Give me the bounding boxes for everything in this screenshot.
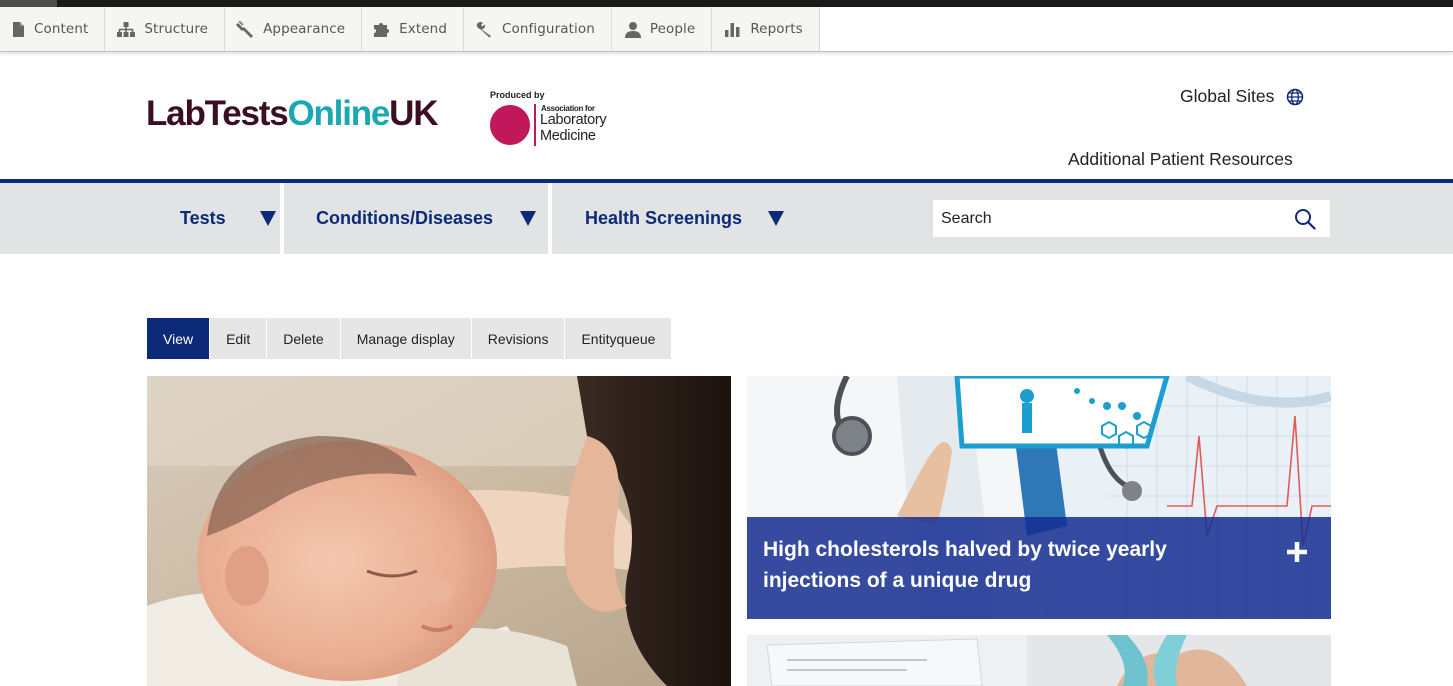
news-card-ribbon[interactable] (747, 635, 1331, 686)
search-input[interactable] (941, 209, 1271, 228)
tab-edit[interactable]: Edit (210, 318, 268, 359)
newborn-photo (147, 376, 731, 686)
dropdown-arrow-icon[interactable] (520, 211, 537, 226)
toolbar-item-appearance[interactable]: Appearance (225, 7, 363, 51)
nav-divider (548, 183, 552, 254)
plus-icon[interactable] (1283, 538, 1311, 566)
toolbar-item-label: Structure (144, 21, 209, 37)
toolbar-item-reports[interactable]: Reports (712, 7, 819, 51)
toolbar-item-label: People (649, 21, 696, 37)
nav-item-health-screenings[interactable]: Health Screenings (585, 183, 785, 254)
produced-by-label: Produced by (490, 90, 545, 100)
association-name-line1: Laboratory (540, 112, 607, 128)
hero-image-newborn[interactable] (147, 376, 731, 686)
local-tasks-tabs: View Edit Delete Manage display Revision… (147, 318, 673, 359)
toolbar-item-content[interactable]: Content (0, 7, 106, 51)
additional-patient-resources-link[interactable]: Additional Patient Resources (1068, 149, 1293, 170)
admin-toolbar-tray: Content Structure Appearance Extend Conf… (0, 7, 820, 51)
toolbar-item-configuration[interactable]: Configuration (464, 7, 612, 51)
admin-toolbar: Content Structure Appearance Extend Conf… (0, 7, 1453, 52)
toolbar-item-label: Extend (399, 21, 447, 37)
wrench-icon (476, 21, 491, 37)
tab-revisions[interactable]: Revisions (471, 318, 566, 359)
news-card-cholesterol[interactable]: High cholesterols halved by twice yearly… (747, 376, 1331, 619)
top-strip (0, 0, 1453, 7)
tab-manage-display[interactable]: Manage display (340, 318, 472, 359)
tab-view[interactable]: View (147, 318, 211, 359)
bar-chart-icon (725, 22, 740, 37)
association-name-line2: Medicine (540, 128, 596, 144)
nav-item-tests[interactable]: Tests (180, 183, 276, 254)
global-sites-label: Global Sites (1180, 86, 1275, 106)
logo-text-part3: UK (389, 94, 438, 133)
nav-item-conditions-diseases[interactable]: Conditions/Diseases (316, 183, 537, 254)
card-title: High cholesterols halved by twice yearly… (763, 538, 1167, 592)
toolbar-item-people[interactable]: People (612, 7, 713, 51)
person-icon (624, 21, 641, 38)
toolbar-item-label: Content (34, 21, 89, 37)
logo-text-part1: LabTests (146, 94, 289, 133)
main-navigation: Tests Conditions/Diseases Health Screeni… (0, 179, 1453, 254)
search-box (933, 200, 1330, 237)
toolbar-item-label: Configuration (502, 21, 595, 37)
toolbar-item-structure[interactable]: Structure (105, 7, 226, 51)
association-logo-circle (490, 105, 530, 145)
toolbar-item-label: Appearance (263, 21, 346, 37)
site-logo[interactable]: LabTestsOnlineUK (146, 92, 439, 136)
puzzle-icon (374, 22, 390, 37)
association-logo[interactable]: Produced by Association for Laboratory M… (489, 90, 629, 150)
logo-text-part2: Online (287, 94, 390, 133)
awareness-ribbon-photo (747, 635, 1331, 686)
globe-icon (1287, 88, 1304, 105)
dropdown-arrow-icon[interactable] (768, 211, 785, 226)
nav-item-label: Health Screenings (585, 208, 743, 228)
nav-item-label: Conditions/Diseases (316, 208, 494, 228)
global-sites-link[interactable]: Global Sites (1180, 86, 1304, 107)
dropdown-arrow-icon[interactable] (259, 211, 276, 226)
card-caption: High cholesterols halved by twice yearly… (747, 517, 1331, 619)
tab-entityqueue[interactable]: Entityqueue (565, 318, 673, 359)
sitemap-icon (117, 21, 136, 37)
toolbar-item-extend[interactable]: Extend (362, 7, 464, 51)
brush-icon (236, 20, 254, 38)
tab-delete[interactable]: Delete (267, 318, 341, 359)
association-logo-divider (534, 104, 536, 146)
nav-item-label: Tests (180, 208, 226, 228)
toolbar-item-label: Reports (750, 21, 803, 37)
search-icon[interactable] (1294, 208, 1316, 230)
file-icon (13, 21, 24, 37)
nav-divider (280, 183, 284, 254)
